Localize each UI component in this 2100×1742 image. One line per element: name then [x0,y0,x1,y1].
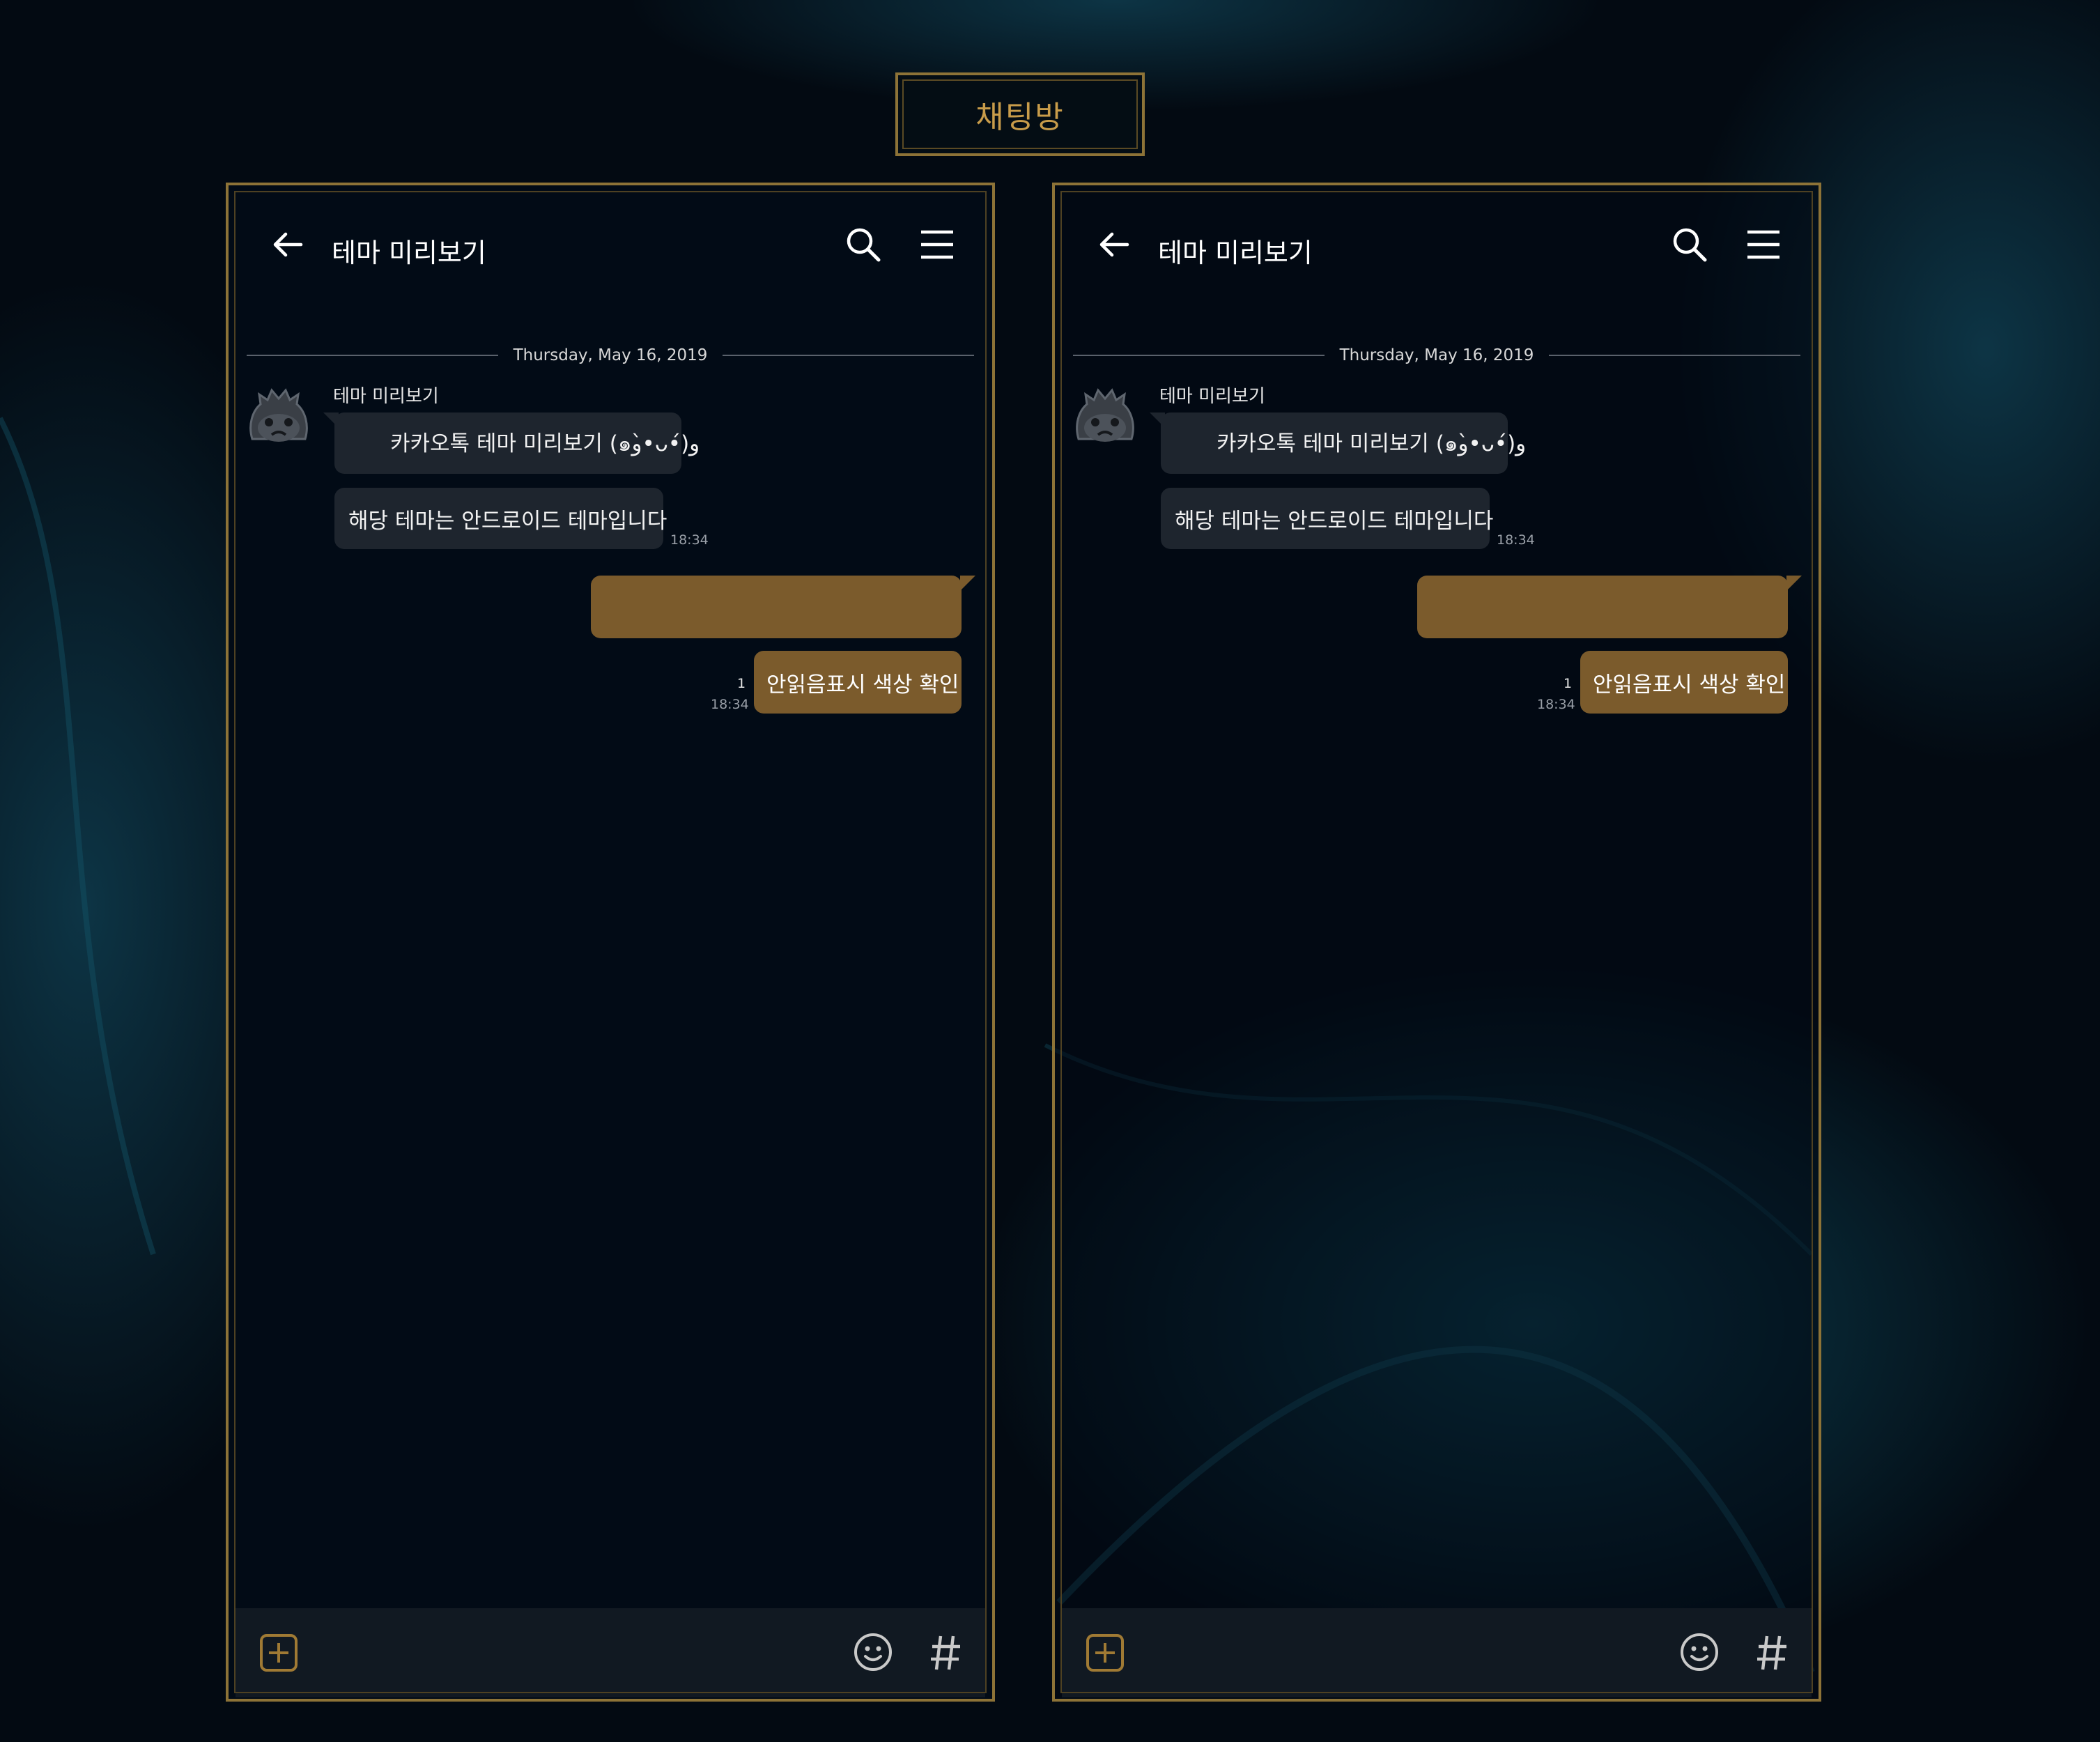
date-separator: Thursday, May 16, 2019 [1073,334,1801,376]
title-plate: 채팅방 [895,72,1145,156]
date-label: Thursday, May 16, 2019 [513,346,708,364]
divider [1073,355,1325,356]
phone-preview-left: 테마 미리보기 Thursday, May 16, 2019 테마 미리보기 카… [226,183,995,1702]
message-text: 카카오톡 테마 미리보기 (๑و•̀ᴗ•́)و [390,431,700,456]
phone-preview-right: 테마 미리보기 Thursday, May 16, 2019 테마 미리보기 카… [1052,183,1821,1702]
poro-avatar[interactable] [247,385,311,449]
page-title: 채팅방 [975,100,1065,135]
outgoing-message[interactable] [591,576,975,638]
hamburger-menu-icon[interactable] [1746,229,1781,261]
room-title: 테마 미리보기 [332,238,486,268]
search-icon[interactable] [844,226,882,263]
chat-header: 테마 미리보기 [229,185,992,304]
input-bar [236,1608,985,1697]
outgoing-message[interactable] [1417,576,1802,638]
room-title: 테마 미리보기 [1158,238,1313,268]
unread-count: 1 [737,676,746,691]
message-time: 18:34 [711,697,749,712]
message-text: 해당 테마는 안드로이드 테마입니다 [1175,508,1494,534]
incoming-message[interactable]: 해당 테마는 안드로이드 테마입니다 [1161,488,1494,549]
chat-header: 테마 미리보기 [1055,185,1819,304]
message-text: 안읽음표시 색상 확인 [766,672,959,697]
incoming-message[interactable]: 카카오톡 테마 미리보기 (๑و•̀ᴗ•́)و [1150,413,1526,474]
sender-name: 테마 미리보기 [1159,386,1265,407]
incoming-message[interactable]: 카카오톡 테마 미리보기 (๑و•̀ᴗ•́)و [323,413,700,474]
sender-name: 테마 미리보기 [333,386,439,407]
message-time: 18:34 [1497,532,1535,548]
outgoing-message[interactable]: 안읽음표시 색상 확인 [1580,651,1788,714]
arrow-left-icon[interactable] [1097,227,1132,262]
plus-square-icon[interactable] [259,1633,298,1672]
incoming-message[interactable]: 해당 테마는 안드로이드 테마입니다 [334,488,667,549]
date-separator: Thursday, May 16, 2019 [247,334,975,376]
message-text: 카카오톡 테마 미리보기 (๑و•̀ᴗ•́)و [1217,431,1527,456]
plus-square-icon[interactable] [1086,1633,1125,1672]
divider [1549,355,1801,356]
hamburger-menu-icon[interactable] [920,229,955,261]
message-text: 안읽음표시 색상 확인 [1593,672,1786,697]
emoji-icon[interactable] [853,1632,893,1672]
message-text: 해당 테마는 안드로이드 테마입니다 [348,508,667,534]
search-icon[interactable] [1671,226,1708,263]
hashtag-icon[interactable] [1756,1633,1788,1672]
unread-count: 1 [1564,676,1573,691]
divider [247,355,498,356]
outgoing-message[interactable]: 안읽음표시 색상 확인 [754,651,962,714]
divider [723,355,975,356]
hashtag-icon[interactable] [929,1633,962,1672]
date-label: Thursday, May 16, 2019 [1339,346,1534,364]
arrow-left-icon[interactable] [270,227,305,262]
input-bar [1062,1608,1812,1697]
poro-avatar[interactable] [1073,385,1137,449]
message-time: 18:34 [670,532,709,548]
message-time: 18:34 [1537,697,1575,712]
emoji-icon[interactable] [1679,1632,1720,1672]
